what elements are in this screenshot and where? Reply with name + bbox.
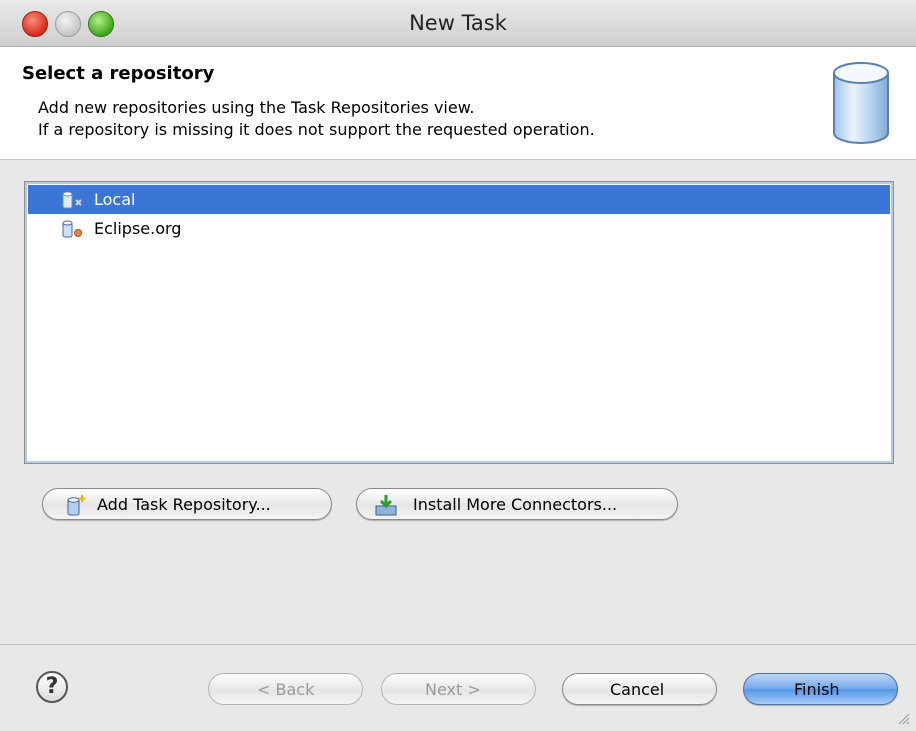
wizard-header: Select a repository Add new repositories… (0, 47, 916, 160)
title-bar[interactable]: New Task (0, 0, 916, 47)
repository-item-eclipse-org[interactable]: Eclipse.org (28, 214, 890, 243)
finish-button[interactable]: Finish (743, 673, 898, 705)
back-button[interactable]: < Back (208, 673, 363, 705)
next-button[interactable]: Next > (381, 673, 536, 705)
install-more-connectors-button[interactable]: Install More Connectors... (356, 488, 678, 520)
install-connectors-icon (375, 495, 397, 516)
bugzilla-repository-icon (62, 220, 82, 238)
resize-grip-icon[interactable] (896, 711, 910, 725)
page-title: Select a repository (22, 63, 215, 84)
repository-label: Eclipse.org (94, 219, 182, 238)
add-task-repository-label: Add Task Repository... (97, 495, 271, 514)
finish-label: Finish (794, 680, 840, 699)
add-task-repository-button[interactable]: Add Task Repository... (42, 488, 332, 520)
footer-divider (0, 644, 916, 645)
repository-list[interactable]: Local Eclipse.org (24, 181, 894, 464)
install-more-connectors-label: Install More Connectors... (413, 495, 618, 514)
repository-label: Local (94, 190, 136, 209)
description-line-1: Add new repositories using the Task Repo… (38, 98, 475, 117)
repository-item-local[interactable]: Local (28, 185, 890, 214)
next-label: Next > (425, 680, 481, 699)
page-description: Add new repositories using the Task Repo… (38, 97, 595, 141)
description-line-2: If a repository is missing it does not s… (38, 120, 595, 139)
repository-banner-icon (833, 62, 889, 144)
help-icon[interactable]: ? (36, 671, 68, 703)
add-repository-icon (67, 495, 86, 516)
new-task-dialog: New Task Select a repository Add new rep… (0, 0, 916, 731)
cancel-label: Cancel (610, 680, 665, 699)
window-title: New Task (409, 11, 507, 35)
cancel-button[interactable]: Cancel (562, 673, 717, 705)
back-label: < Back (257, 680, 315, 699)
local-repository-icon (62, 191, 82, 209)
